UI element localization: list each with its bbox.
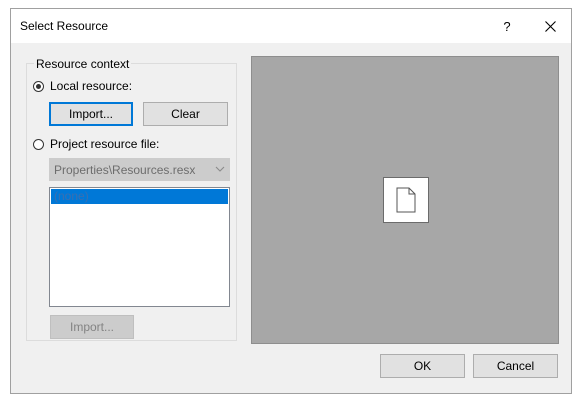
clear-button-label: Clear	[171, 107, 200, 121]
ok-button-label: OK	[413, 359, 432, 373]
local-resource-label: Local resource:	[50, 79, 133, 93]
resource-list[interactable]: (none)	[49, 187, 230, 307]
project-import-button[interactable]: Import...	[50, 315, 134, 339]
resource-context-legend: Resource context	[34, 57, 132, 71]
project-file-value: Properties\Resources.resx	[54, 163, 196, 177]
list-item[interactable]: (none)	[51, 189, 228, 204]
cancel-button-label: Cancel	[496, 359, 535, 373]
image-preview	[251, 56, 559, 344]
select-resource-dialog: Select Resource ? Resource context Local…	[10, 8, 572, 394]
clear-button[interactable]: Clear	[143, 102, 228, 126]
close-icon	[544, 20, 556, 32]
project-file-dropdown[interactable]: Properties\Resources.resx	[49, 158, 230, 181]
preview-icon-frame	[383, 177, 429, 223]
help-icon: ?	[503, 18, 511, 34]
project-import-button-label: Import...	[69, 320, 114, 334]
project-resource-label: Project resource file:	[50, 137, 160, 151]
close-button[interactable]	[529, 9, 571, 43]
chevron-down-icon	[215, 166, 225, 172]
help-button[interactable]: ?	[487, 9, 527, 43]
window-title: Select Resource	[20, 19, 109, 33]
cancel-button[interactable]: Cancel	[473, 354, 558, 378]
project-resource-radio-button[interactable]	[33, 138, 44, 150]
project-resource-radio[interactable]: Project resource file:	[33, 137, 159, 151]
import-button-label: Import...	[68, 107, 113, 121]
local-resource-radio[interactable]: Local resource:	[33, 79, 132, 93]
ok-button[interactable]: OK	[380, 354, 465, 378]
blank-document-icon	[396, 187, 416, 213]
import-button[interactable]: Import...	[49, 102, 133, 126]
title-bar: Select Resource ?	[11, 9, 571, 43]
radio-selected-dot	[36, 83, 41, 89]
local-resource-radio-button[interactable]	[33, 80, 44, 92]
